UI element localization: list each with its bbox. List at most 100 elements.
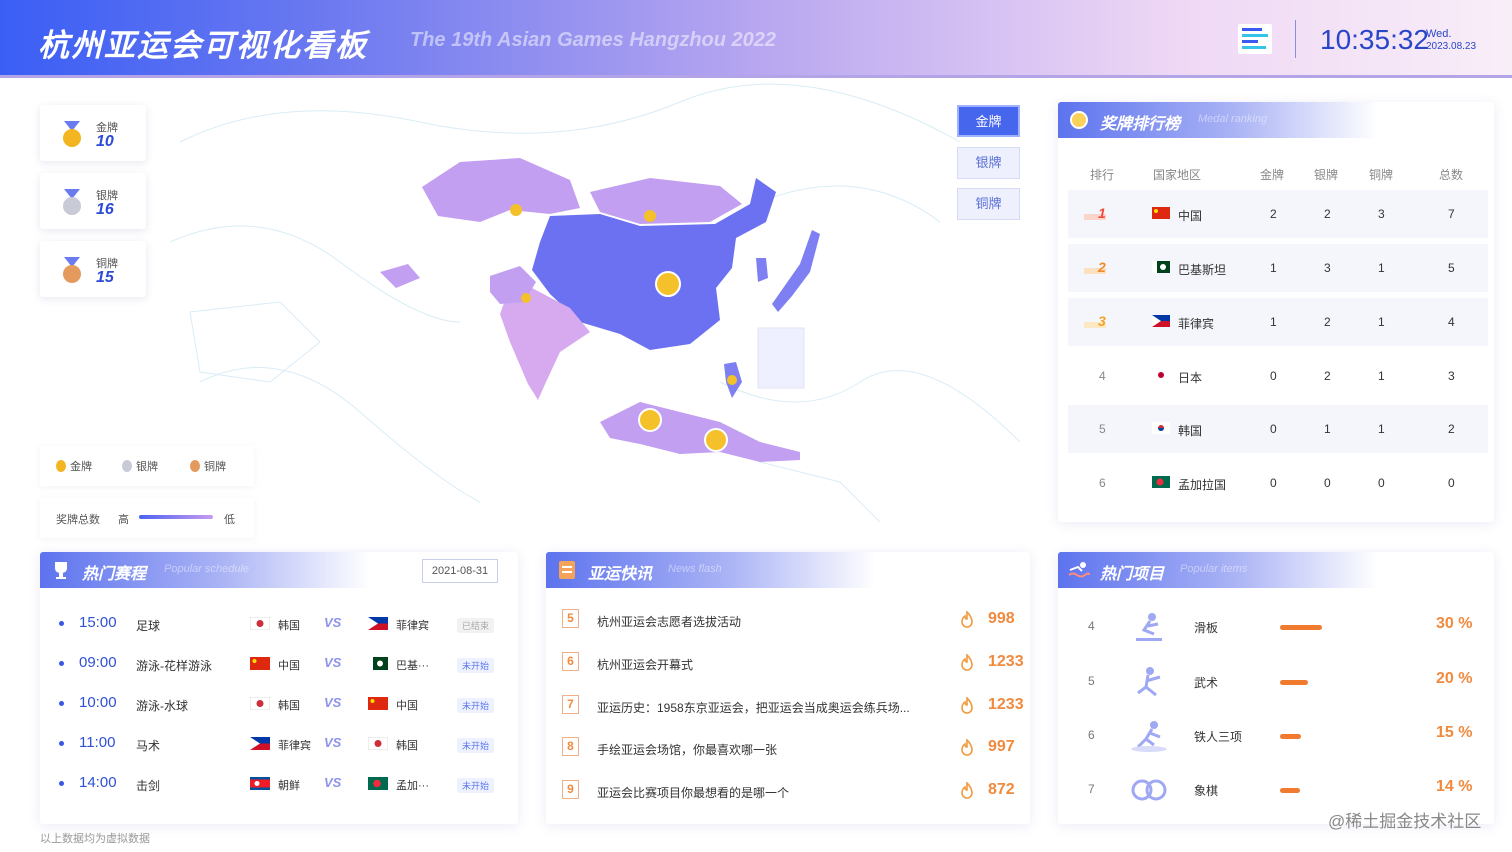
ranking-title: 奖牌排行榜	[1100, 116, 1181, 133]
news-icon	[559, 561, 575, 579]
bullet	[59, 781, 64, 786]
fire-icon	[961, 697, 973, 714]
gold-medal-icon	[56, 460, 66, 472]
triathlon-icon	[1131, 721, 1167, 752]
map-scale: 奖牌总数 高 低	[40, 498, 254, 538]
col-country: 国家地区	[1153, 168, 1202, 182]
vs-label: VS	[324, 735, 342, 750]
schedule-row[interactable]: 15:00 足球 韩国 VS 菲律宾 已结束	[44, 603, 514, 643]
vs-label: VS	[324, 615, 342, 630]
ranking-row[interactable]: 1 中国 2 2 3 7	[1068, 190, 1488, 238]
map-region-mongolia	[590, 178, 742, 224]
scale-high: 高	[118, 514, 129, 526]
map-silver-button[interactable]: 银牌	[957, 147, 1020, 179]
ranking-row[interactable]: 2 巴基斯坦 1 3 1 5	[1068, 244, 1488, 292]
bronze-total-card: 铜牌 15	[40, 241, 146, 297]
news-item[interactable]: 5 杭州亚运会志愿者选拔活动 998	[548, 599, 1026, 641]
gold-medal-icon	[63, 121, 81, 147]
scale-label: 奖牌总数	[56, 514, 100, 526]
status-badge: 未开始	[457, 698, 495, 713]
flag-north-korea	[250, 777, 270, 790]
popularity-bar	[1280, 680, 1308, 685]
popularity-bar	[1280, 734, 1301, 739]
vs-label: VS	[324, 775, 342, 790]
ranking-row[interactable]: 4 日本 0 2 1 3	[1068, 352, 1488, 400]
ranking-row[interactable]: 5 韩国 0 1 1 2	[1068, 405, 1488, 453]
map-region-japan	[772, 230, 820, 312]
bullet	[59, 621, 64, 626]
items-title-bar: 热门项目 Popular items	[1058, 552, 1378, 588]
col-bronze: 铜牌	[1369, 168, 1394, 182]
legend-bronze[interactable]: 铜牌	[190, 458, 226, 474]
silver-medal-icon	[63, 189, 81, 215]
flag-philippines	[368, 617, 388, 630]
popular-item[interactable]: 6 铁人三项 15 %	[1068, 709, 1488, 763]
clock-date: 2023.08.23	[1426, 41, 1477, 52]
status-badge: 未开始	[457, 738, 495, 753]
ranking-subtitle: Medal ranking	[1198, 113, 1268, 125]
schedule-row[interactable]: 10:00 游泳-水球 韩国 VS 中国 未开始	[44, 683, 514, 723]
bullet	[59, 661, 64, 666]
fire-icon	[961, 611, 973, 628]
flag-japan	[1152, 369, 1170, 381]
schedule-row[interactable]: 14:00 击剑 朝鲜 VS 孟加··· 未开始	[44, 763, 514, 803]
scale-low: 低	[224, 514, 235, 526]
page-subtitle: The 19th Asian Games Hangzhou 2022	[410, 29, 777, 51]
ranking-title-bar: 奖牌排行榜 Medal ranking	[1058, 102, 1378, 138]
silver-medal-icon	[122, 460, 132, 472]
fire-icon	[961, 654, 973, 671]
flag-korea	[250, 697, 270, 710]
fire-icon	[961, 739, 973, 756]
vs-label: VS	[324, 695, 342, 710]
popular-item[interactable]: 5 武术 20 %	[1068, 655, 1488, 709]
map-gold-button[interactable]: 金牌	[957, 105, 1020, 137]
schedule-row[interactable]: 11:00 马术 菲律宾 VS 韩国 未开始	[44, 723, 514, 763]
gold-total-card: 金牌 10	[40, 105, 146, 161]
flag-korea	[1152, 422, 1170, 434]
medal-ranking-icon	[1070, 111, 1088, 129]
schedule-date-picker[interactable]: 2021-08-31	[422, 559, 498, 583]
hangzhou-logo-icon	[1238, 24, 1272, 54]
fire-icon	[961, 782, 973, 799]
flag-pakistan	[1152, 261, 1170, 273]
footer-note: 以上数据均为虚拟数据	[40, 833, 150, 845]
chess-icon	[1131, 779, 1167, 801]
items-title: 热门项目	[1100, 566, 1165, 583]
map-bronze-button[interactable]: 铜牌	[957, 188, 1020, 220]
status-badge: 已结束	[457, 618, 495, 633]
map-legend: 金牌 银牌 铜牌	[40, 446, 254, 486]
asia-map	[169, 83, 1021, 523]
popularity-bar	[1280, 788, 1300, 793]
flag-pakistan	[368, 657, 388, 670]
news-item[interactable]: 6 杭州亚运会开幕式 1233	[548, 642, 1026, 684]
news-item[interactable]: 7 亚运历史：1958东京亚运会，把亚运会当成奥运会练兵场... 1233	[548, 685, 1026, 727]
popular-item[interactable]: 4 滑板 30 %	[1068, 600, 1488, 654]
map-region-iran	[380, 264, 420, 288]
bronze-count: 15	[96, 269, 114, 286]
status-badge: 未开始	[457, 658, 495, 673]
legend-silver[interactable]: 银牌	[122, 458, 158, 474]
ranking-row[interactable]: 6 孟加拉国 0 0 0 0	[1068, 459, 1488, 507]
ranking-row[interactable]: 3 菲律宾 1 2 1 4	[1068, 298, 1488, 346]
news-item[interactable]: 8 手绘亚运会场馆，你最喜欢哪一张 997	[548, 727, 1026, 769]
header-divider	[1295, 20, 1296, 58]
legend-gold[interactable]: 金牌	[56, 458, 92, 474]
news-item[interactable]: 9 亚运会比赛项目你最想看的是哪一个 872	[548, 770, 1026, 812]
flag-bangladesh	[368, 777, 388, 790]
skateboard-icon	[1136, 613, 1162, 641]
clock-time: 10:35:32	[1320, 24, 1429, 55]
schedule-subtitle: Popular schedule	[164, 563, 250, 575]
gold-count: 10	[96, 133, 114, 150]
martial-arts-icon	[1137, 667, 1161, 697]
map-region-kazakhstan	[422, 158, 580, 222]
col-silver: 银牌	[1314, 168, 1339, 182]
map-region-sea	[600, 402, 800, 462]
items-subtitle: Popular items	[1180, 563, 1248, 575]
schedule-row[interactable]: 09:00 游泳-花样游泳 中国 VS 巴基··· 未开始	[44, 643, 514, 683]
swimmer-icon	[1068, 562, 1090, 578]
map-region-korea	[756, 258, 768, 282]
status-badge: 未开始	[457, 778, 495, 793]
flag-china	[250, 657, 270, 670]
vs-label: VS	[324, 655, 342, 670]
popularity-bar	[1280, 625, 1322, 630]
